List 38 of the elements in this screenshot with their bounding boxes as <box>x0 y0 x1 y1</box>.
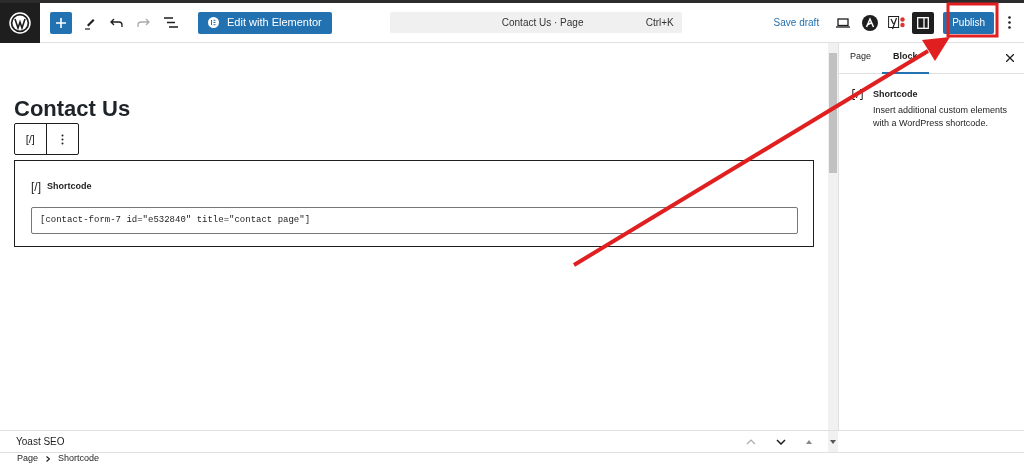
block-card-description: Insert additional custom elements with a WordPress shortcode. <box>873 104 1009 130</box>
publish-button[interactable]: Publish <box>943 11 994 34</box>
plugin-logo-icon[interactable] <box>862 14 879 31</box>
elementor-icon <box>208 17 219 28</box>
shortcode-field[interactable]: [contact-form-7 id="e532840" title="contact page"] <box>31 207 798 234</box>
block-type-button[interactable]: [/] <box>15 124 47 154</box>
highlight-frame <box>946 2 999 38</box>
button-label: Edit with Elementor <box>227 15 322 31</box>
plus-icon <box>56 17 66 28</box>
shortcode-block[interactable]: [/] Shortcode [contact-form-7 id="e532840" title="contact page"] <box>14 160 814 247</box>
breadcrumb-item[interactable]: Page <box>17 452 39 465</box>
caret-down-icon[interactable] <box>830 439 836 444</box>
caret-up-icon[interactable] <box>806 439 812 444</box>
more-options-icon[interactable] <box>1008 16 1011 29</box>
sidebar-toggle-icon[interactable] <box>912 11 935 34</box>
more-options-icon <box>60 133 64 145</box>
shortcode-icon: [/] <box>31 178 41 196</box>
undo-icon[interactable] <box>110 17 123 28</box>
page-title[interactable]: Contact Us <box>14 95 814 123</box>
shortcut-hint: Ctrl+K <box>645 16 674 30</box>
breadcrumb-item[interactable]: Shortcode <box>58 452 100 465</box>
list-view-icon[interactable] <box>164 17 178 28</box>
close-icon[interactable] <box>1006 54 1014 62</box>
block-card-title: Shortcode <box>873 88 919 101</box>
shortcode-icon <box>852 89 863 100</box>
chevron-down-icon[interactable] <box>776 438 786 445</box>
sidebar-tab[interactable]: Page <box>839 42 883 74</box>
yoast-panel-title[interactable]: Yoast SEO <box>16 434 65 449</box>
document-title: Contact Us · Page <box>501 16 584 30</box>
add-block-button[interactable] <box>50 11 72 34</box>
save-draft-button[interactable]: Save draft <box>773 15 820 30</box>
document-title-bar[interactable]: Contact Us · Page Ctrl+K <box>389 12 682 33</box>
yoast-icon[interactable] <box>888 15 907 30</box>
wordpress-logo-icon[interactable] <box>0 2 40 43</box>
laptop-icon[interactable] <box>836 17 851 28</box>
edit-with-elementor-button[interactable]: Edit with Elementor <box>198 11 332 34</box>
block-label: Shortcode <box>47 180 92 194</box>
chevron-right-icon <box>46 456 51 462</box>
